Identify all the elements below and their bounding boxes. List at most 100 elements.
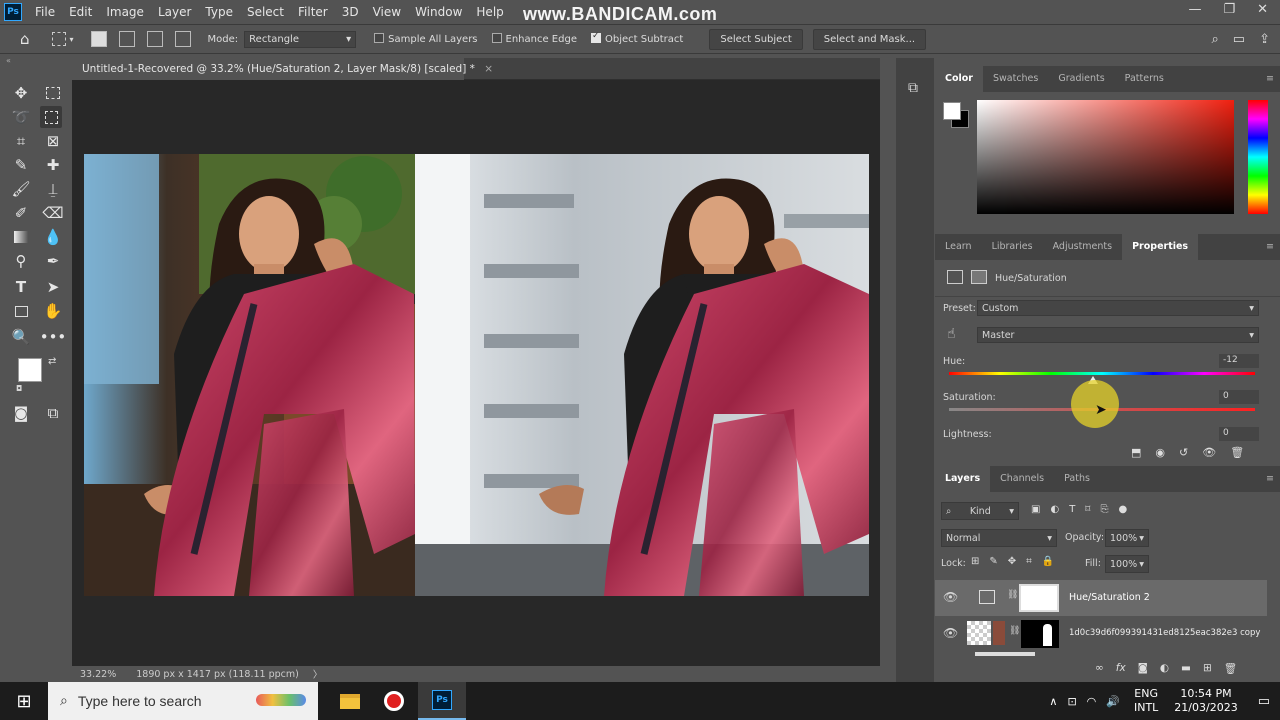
layer-filter-select[interactable]: ⌕ Kind ▾ xyxy=(941,502,1019,520)
panel-menu-icon[interactable]: ≡ xyxy=(1266,466,1274,492)
tab-gradients[interactable]: Gradients xyxy=(1048,66,1114,92)
document-tab[interactable]: Untitled-1-Recovered @ 33.2% (Hue/Satura… xyxy=(72,58,493,80)
layer-mask-icon[interactable] xyxy=(971,270,987,284)
subtract-selection-icon[interactable] xyxy=(146,31,163,47)
search-icon[interactable]: ⌕ xyxy=(1212,32,1219,47)
menu-window[interactable]: Window xyxy=(408,5,469,19)
smart-object-filter-icon[interactable]: ⎘ xyxy=(1100,504,1108,515)
language-indicator[interactable]: ENG INTL xyxy=(1134,687,1158,715)
lock-position-icon[interactable]: ✥ xyxy=(1008,556,1016,567)
view-previous-icon[interactable]: ◉ xyxy=(1155,446,1165,459)
hue-value-field[interactable]: -12 xyxy=(1219,354,1259,368)
menu-type[interactable]: Type xyxy=(198,5,240,19)
menu-3d[interactable]: 3D xyxy=(335,5,366,19)
move-tool-icon[interactable]: ✥ xyxy=(10,82,32,104)
trash-icon[interactable]: 🗑 xyxy=(1230,446,1244,459)
eyedropper-tool-icon[interactable]: ✎ xyxy=(10,154,32,176)
close-tab-icon[interactable]: × xyxy=(484,63,493,75)
filter-toggle-icon[interactable]: ● xyxy=(1118,504,1127,515)
workspace-icon[interactable]: ▭ xyxy=(1233,32,1245,47)
tab-swatches[interactable]: Swatches xyxy=(983,66,1048,92)
select-subject-button[interactable]: Select Subject xyxy=(709,28,803,50)
pixel-filter-icon[interactable]: ▣ xyxy=(1031,504,1040,515)
chain-link-icon[interactable]: ⛓ xyxy=(1007,590,1018,600)
add-mask-icon[interactable]: ◙ xyxy=(1138,662,1148,675)
notifications-icon[interactable]: ▭ xyxy=(1258,694,1270,709)
object-selection-preset-icon[interactable] xyxy=(51,32,66,46)
select-and-mask-button[interactable]: Select and Mask... xyxy=(812,28,927,50)
color-field[interactable] xyxy=(977,100,1234,214)
chain-link-icon[interactable]: ⛓ xyxy=(1009,626,1020,636)
network-adapter-icon[interactable]: ⊡ xyxy=(1067,695,1076,708)
tab-color[interactable]: Color xyxy=(935,66,983,92)
menu-view[interactable]: View xyxy=(366,5,408,19)
restore-icon[interactable]: ❐ xyxy=(1223,2,1235,17)
swap-colors-icon[interactable]: ⇄ xyxy=(48,356,56,367)
marquee-tool-icon[interactable] xyxy=(42,82,64,104)
menu-select[interactable]: Select xyxy=(240,5,291,19)
layer-row[interactable]: 👁 ⛓ Hue/Saturation 2 xyxy=(935,580,1267,616)
sample-all-layers-checkbox[interactable]: Sample All Layers xyxy=(374,33,478,45)
layer-thumbnail[interactable] xyxy=(967,621,991,645)
chevron-down-icon[interactable]: ▾ xyxy=(70,35,74,44)
type-filter-icon[interactable]: T xyxy=(1069,504,1075,515)
menu-filter[interactable]: Filter xyxy=(291,5,335,19)
add-selection-icon[interactable] xyxy=(118,31,135,47)
tab-adjustments[interactable]: Adjustments xyxy=(1043,234,1123,260)
menu-image[interactable]: Image xyxy=(99,5,151,19)
home-icon[interactable]: ⌂ xyxy=(20,30,30,48)
clone-stamp-tool-icon[interactable]: ⍊ xyxy=(42,178,64,200)
lock-pixels-icon[interactable]: ✎ xyxy=(989,556,997,567)
visibility-icon[interactable]: 👁 xyxy=(1202,446,1216,459)
dodge-tool-icon[interactable]: ⚲ xyxy=(10,250,32,272)
windows-start-icon[interactable]: ⊞ xyxy=(0,691,48,712)
healing-brush-tool-icon[interactable]: ✚ xyxy=(42,154,64,176)
collapse-toolbar-icon[interactable]: « xyxy=(6,56,11,65)
path-selection-tool-icon[interactable]: ➤ xyxy=(42,276,64,298)
color-panel-foreground-swatch[interactable] xyxy=(943,102,961,120)
history-panel-icon[interactable]: ⧉ xyxy=(908,80,918,96)
type-tool-icon[interactable]: T xyxy=(10,276,32,298)
hand-tool-icon[interactable]: ✋ xyxy=(42,300,64,322)
link-layers-icon[interactable]: ∞ xyxy=(1095,662,1104,675)
taskbar-search-box[interactable]: ⌕ Type here to search xyxy=(48,682,318,720)
new-selection-icon[interactable] xyxy=(90,31,107,47)
tab-patterns[interactable]: Patterns xyxy=(1115,66,1174,92)
visibility-eye-icon[interactable]: 👁 xyxy=(943,626,958,640)
bandicam-icon[interactable] xyxy=(370,682,418,720)
history-brush-tool-icon[interactable]: ✐ xyxy=(10,202,32,224)
minimize-icon[interactable]: — xyxy=(1188,2,1201,17)
trash-icon[interactable]: 🗑 xyxy=(1224,662,1237,675)
file-explorer-icon[interactable] xyxy=(330,682,370,720)
intersect-selection-icon[interactable] xyxy=(174,31,191,47)
opacity-field[interactable]: 100% ▾ xyxy=(1105,529,1149,547)
lock-artboard-icon[interactable]: ⌗ xyxy=(1026,556,1032,567)
tab-channels[interactable]: Channels xyxy=(990,466,1054,492)
tab-layers[interactable]: Layers xyxy=(935,466,991,492)
zoom-level[interactable]: 33.22% xyxy=(80,669,116,680)
layer-name[interactable]: 1d0c39d6f099391431ed8125eac382e3 copy xyxy=(1069,628,1260,638)
channel-select[interactable]: Master ▾ xyxy=(977,327,1259,343)
saturation-value-field[interactable]: 0 xyxy=(1219,390,1259,404)
wifi-icon[interactable]: ◠ xyxy=(1087,695,1097,708)
panel-menu-icon[interactable]: ≡ xyxy=(1266,66,1274,92)
gradient-tool-icon[interactable] xyxy=(10,226,32,248)
preset-select[interactable]: Custom ▾ xyxy=(977,300,1259,316)
lasso-tool-icon[interactable]: ➰ xyxy=(10,106,32,128)
targeted-adjustment-icon[interactable]: ☝ xyxy=(947,326,956,342)
screen-mode-icon[interactable]: ⧉ xyxy=(42,402,64,424)
rectangle-tool-icon[interactable] xyxy=(10,300,32,322)
share-icon[interactable]: ⇪ xyxy=(1259,32,1270,47)
new-group-icon[interactable]: ▬ xyxy=(1181,662,1191,675)
default-colors-icon[interactable]: ◘ xyxy=(16,384,22,393)
adjustment-filter-icon[interactable]: ◐ xyxy=(1050,504,1059,515)
document-canvas[interactable] xyxy=(84,154,869,596)
new-layer-icon[interactable]: ⊞ xyxy=(1203,662,1212,675)
clock[interactable]: 10:54 PM 21/03/2023 xyxy=(1174,687,1237,715)
blur-tool-icon[interactable]: 💧 xyxy=(42,226,64,248)
visibility-eye-icon[interactable]: 👁 xyxy=(943,590,958,604)
shape-filter-icon[interactable]: ⌑ xyxy=(1085,504,1090,515)
tab-learn[interactable]: Learn xyxy=(935,234,982,260)
blend-mode-select[interactable]: Normal ▾ xyxy=(941,529,1057,547)
tab-properties[interactable]: Properties xyxy=(1122,234,1199,260)
